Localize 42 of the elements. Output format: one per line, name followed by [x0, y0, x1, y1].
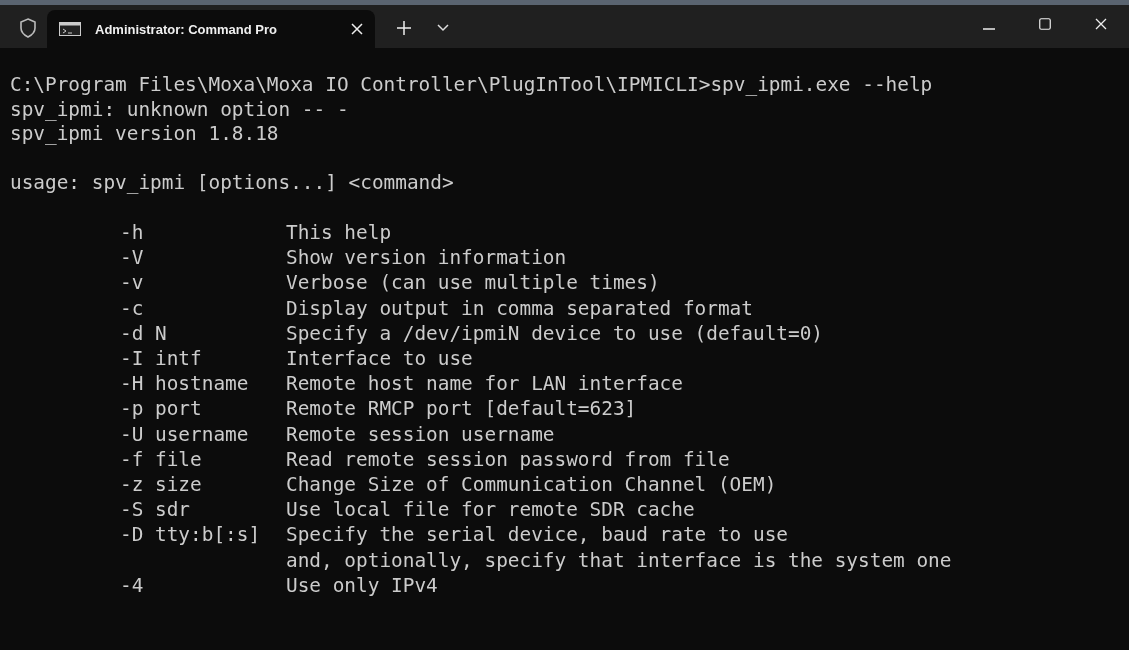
option-label: -V — [120, 246, 144, 270]
option-label: -H hostname — [120, 372, 249, 396]
terminal-tab[interactable]: Administrator: Command Pro — [47, 10, 375, 48]
option-description: Specify the serial device, baud rate to use — [286, 523, 788, 547]
option-description: Remote host name for LAN interface — [286, 372, 683, 396]
option-description: and, optionally, specify that interface is the system one — [286, 548, 952, 572]
option-description: Display output in comma separated format — [286, 296, 753, 320]
option-description: Use only IPv4 — [286, 573, 438, 597]
option-label: -v — [120, 271, 144, 295]
option-label: -U username — [120, 422, 249, 446]
console-output-line: spv_ipmi version 1.8.18 — [10, 122, 279, 145]
close-tab-icon[interactable] — [351, 23, 363, 35]
option-description: Read remote session password from file — [286, 447, 730, 471]
console-output-line: spv_ipmi: unknown option -- - — [10, 97, 349, 121]
option-label: -z size — [120, 473, 202, 497]
option-description: Remote RMCP port [default=623] — [286, 397, 637, 421]
option-description: Use local file for remote SDR cache — [286, 498, 695, 522]
dropdown-chevron-icon[interactable] — [437, 24, 449, 32]
option-description: Show version information — [286, 246, 567, 270]
usage-line: usage: spv_ipmi [options...] <command> — [10, 171, 454, 194]
option-description: Remote session username — [286, 422, 555, 446]
option-description: Change Size of Communication Channel (OEM) — [286, 473, 777, 497]
option-description: Interface to use — [286, 347, 473, 370]
option-label: -I intf — [120, 347, 202, 370]
option-label: -D tty:b[:s] — [120, 523, 261, 547]
option-label: -h — [120, 221, 144, 244]
command-prompt-icon — [59, 22, 81, 36]
option-label: -4 — [120, 573, 144, 597]
tab-title: Administrator: Command Pro — [95, 21, 278, 37]
option-description: This help — [286, 221, 392, 244]
shield-icon — [19, 18, 37, 38]
new-tab-icon[interactable] — [397, 21, 411, 35]
option-label: -c — [120, 296, 144, 320]
close-icon[interactable] — [1095, 18, 1107, 30]
option-label: -p port — [120, 397, 202, 421]
maximize-icon[interactable] — [1039, 18, 1051, 30]
option-description: Verbose (can use multiple times) — [286, 271, 660, 295]
option-description: Specify a /dev/ipmiN device to use (default=0) — [286, 321, 823, 345]
option-label: -S sdr — [120, 498, 191, 522]
option-label: -d N — [120, 321, 167, 345]
console-output-line: C:\Program Files\Moxa\Moxa IO Controller\PlugInTool\IPMICLI>spv_ipmi.exe --help — [10, 73, 933, 96]
option-label: -f file — [120, 447, 202, 471]
